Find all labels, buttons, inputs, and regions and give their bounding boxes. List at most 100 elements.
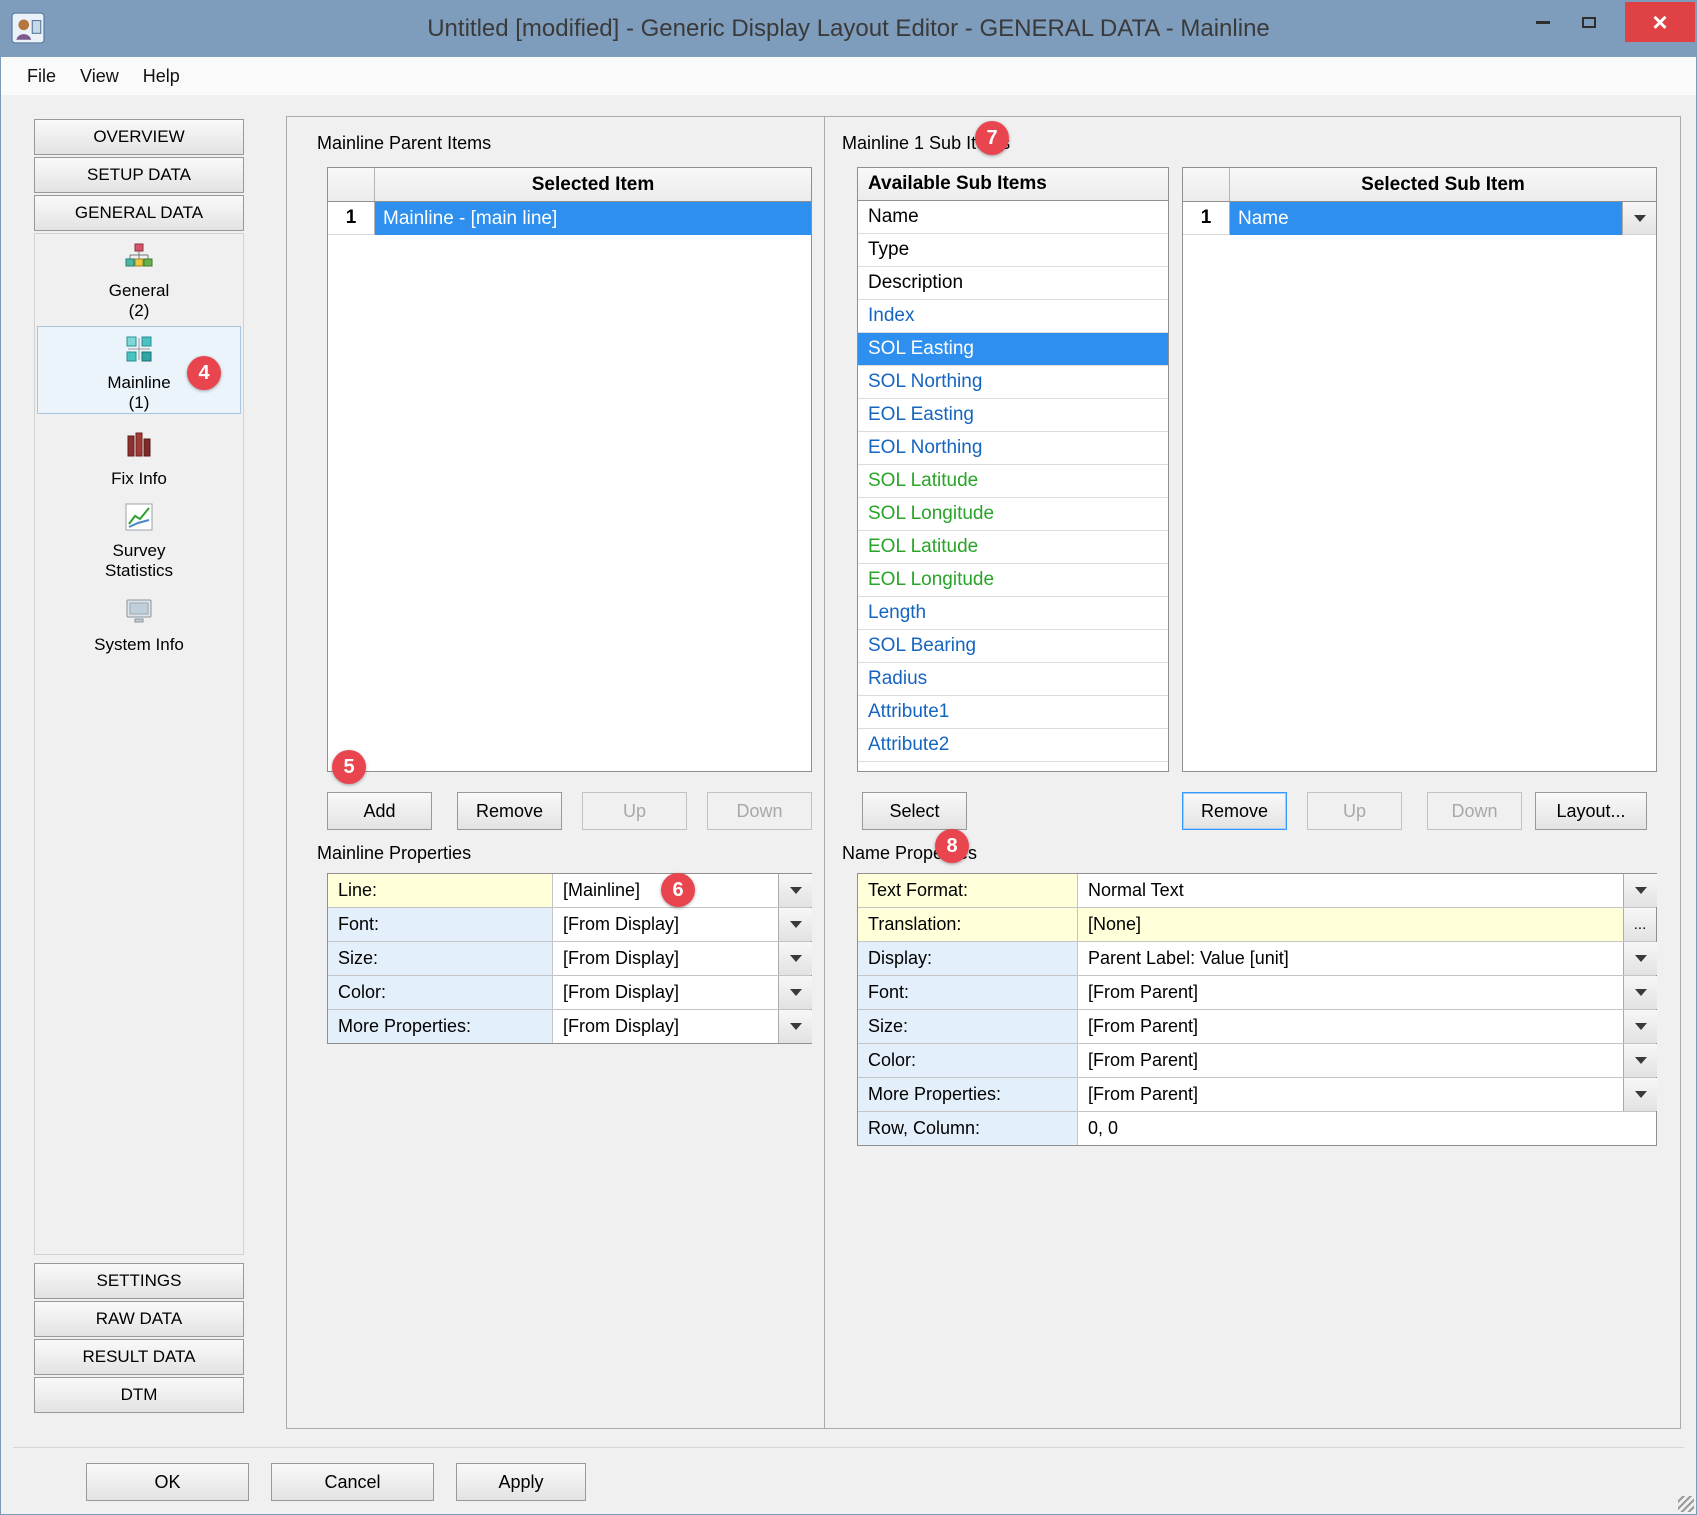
translation-browse-button[interactable]: ...: [1623, 908, 1656, 941]
list-item[interactable]: Index: [858, 300, 1168, 333]
font-parent-dropdown[interactable]: [1623, 976, 1657, 1009]
close-icon: ×: [1652, 7, 1667, 38]
row-number-header: [328, 168, 375, 201]
table-row[interactable]: 1 Mainline - [main line]: [328, 202, 811, 235]
more-properties-dropdown[interactable]: [778, 1010, 812, 1043]
sidebar-item-fix-info[interactable]: Fix Info: [35, 430, 243, 489]
text-format-dropdown[interactable]: [1623, 874, 1657, 907]
color-dropdown[interactable]: [778, 976, 812, 1009]
list-item[interactable]: EOL Latitude: [858, 531, 1168, 564]
selected-sub-item-dropdown[interactable]: [1622, 202, 1656, 235]
sidebar-button-settings[interactable]: SETTINGS: [34, 1263, 244, 1299]
property-label: More Properties:: [328, 1010, 553, 1043]
sidebar-item-survey-statistics[interactable]: Survey Statistics: [35, 502, 243, 581]
list-item[interactable]: Name: [858, 201, 1168, 234]
apply-button[interactable]: Apply: [456, 1463, 586, 1501]
parent-item-value: Mainline - [main line]: [375, 202, 811, 235]
row-column-value[interactable]: 0, 0: [1078, 1112, 1656, 1145]
list-item[interactable]: SOL Northing: [858, 366, 1168, 399]
list-item[interactable]: SOL Longitude: [858, 498, 1168, 531]
color-parent-dropdown[interactable]: [1623, 1044, 1657, 1077]
menu-file[interactable]: File: [15, 62, 68, 91]
chevron-down-icon: [1635, 887, 1647, 894]
fix-info-icon: [124, 430, 154, 465]
more-properties-value[interactable]: [From Display]: [553, 1010, 778, 1043]
minimize-button[interactable]: [1522, 9, 1564, 35]
color-value[interactable]: [From Display]: [553, 976, 778, 1009]
property-label: Font:: [858, 976, 1078, 1009]
annotation-badge-7: 7: [975, 121, 1009, 155]
selected-sub-item-header-row: Selected Sub Item: [1183, 168, 1656, 202]
size-parent-value[interactable]: [From Parent]: [1078, 1010, 1623, 1043]
up-button[interactable]: Up: [582, 792, 687, 830]
list-item[interactable]: Length: [858, 597, 1168, 630]
select-button[interactable]: Select: [862, 792, 967, 830]
menu-view[interactable]: View: [68, 62, 131, 91]
font-parent-value[interactable]: [From Parent]: [1078, 976, 1623, 1009]
property-row-color: Color: [From Parent]: [858, 1044, 1656, 1078]
maximize-button[interactable]: [1568, 9, 1610, 35]
font-value[interactable]: [From Display]: [553, 908, 778, 941]
list-item-selected[interactable]: SOL Easting: [858, 333, 1168, 366]
list-item[interactable]: SOL Latitude: [858, 465, 1168, 498]
dialog-window: Untitled [modified] - Generic Display La…: [0, 0, 1697, 1515]
up-sub-button[interactable]: Up: [1307, 792, 1402, 830]
table-row[interactable]: 1 Name: [1183, 202, 1656, 235]
more-properties-parent-value[interactable]: [From Parent]: [1078, 1078, 1623, 1111]
property-row-size: Size: [From Display]: [328, 942, 811, 976]
sidebar-button-result-data[interactable]: RESULT DATA: [34, 1339, 244, 1375]
list-item[interactable]: Type: [858, 234, 1168, 267]
display-value[interactable]: Parent Label: Value [unit]: [1078, 942, 1623, 975]
remove-button[interactable]: Remove: [457, 792, 562, 830]
cancel-button[interactable]: Cancel: [271, 1463, 434, 1501]
sidebar-button-dtm[interactable]: DTM: [34, 1377, 244, 1413]
display-dropdown[interactable]: [1623, 942, 1657, 975]
available-sub-items-header: Available Sub Items: [858, 168, 1168, 201]
system-info-icon: [124, 596, 154, 631]
text-format-value[interactable]: Normal Text: [1078, 874, 1623, 907]
row-number-header: [1183, 168, 1230, 201]
resize-grip[interactable]: [1678, 1496, 1694, 1512]
color-parent-value[interactable]: [From Parent]: [1078, 1044, 1623, 1077]
list-item[interactable]: SOL Bearing: [858, 630, 1168, 663]
property-row-text-format: Text Format: Normal Text: [858, 874, 1656, 908]
size-dropdown[interactable]: [778, 942, 812, 975]
down-sub-button[interactable]: Down: [1427, 792, 1522, 830]
menu-help[interactable]: Help: [131, 62, 192, 91]
list-item[interactable]: Description: [858, 267, 1168, 300]
list-item[interactable]: EOL Northing: [858, 432, 1168, 465]
list-item[interactable]: EOL Easting: [858, 399, 1168, 432]
minimize-icon: [1536, 21, 1550, 24]
ok-button[interactable]: OK: [86, 1463, 249, 1501]
close-button[interactable]: ×: [1625, 2, 1695, 42]
translation-value[interactable]: [None]: [1078, 908, 1623, 941]
list-item[interactable]: Radius: [858, 663, 1168, 696]
layout-button[interactable]: Layout...: [1535, 792, 1647, 830]
list-item[interactable]: Attribute1: [858, 696, 1168, 729]
down-button[interactable]: Down: [707, 792, 812, 830]
size-parent-dropdown[interactable]: [1623, 1010, 1657, 1043]
sidebar-item-system-info[interactable]: System Info: [35, 596, 243, 655]
sidebar-item-label: System Info: [94, 635, 184, 655]
sidebar-button-general-data[interactable]: GENERAL DATA: [34, 195, 244, 231]
list-item[interactable]: Attribute2: [858, 729, 1168, 762]
sidebar-button-overview[interactable]: OVERVIEW: [34, 119, 244, 155]
remove-sub-button[interactable]: Remove: [1182, 792, 1287, 830]
font-dropdown[interactable]: [778, 908, 812, 941]
sidebar-button-raw-data[interactable]: RAW DATA: [34, 1301, 244, 1337]
property-row-display: Display: Parent Label: Value [unit]: [858, 942, 1656, 976]
property-row-line: Line: [Mainline]: [328, 874, 811, 908]
more-properties-parent-dropdown[interactable]: [1623, 1078, 1657, 1111]
list-item[interactable]: EOL Longitude: [858, 564, 1168, 597]
property-label: Translation:: [858, 908, 1078, 941]
size-value[interactable]: [From Display]: [553, 942, 778, 975]
sidebar-item-label: Survey Statistics: [89, 541, 189, 581]
panel-divider: [824, 117, 825, 1428]
add-button[interactable]: Add: [327, 792, 432, 830]
sidebar-button-setup-data[interactable]: SETUP DATA: [34, 157, 244, 193]
sidebar-item-general[interactable]: General (2): [35, 242, 243, 321]
selected-sub-item-header: Selected Sub Item: [1230, 168, 1656, 201]
line-dropdown[interactable]: [778, 874, 812, 907]
survey-statistics-icon: [124, 502, 154, 537]
footer-separator: [13, 1447, 1684, 1449]
